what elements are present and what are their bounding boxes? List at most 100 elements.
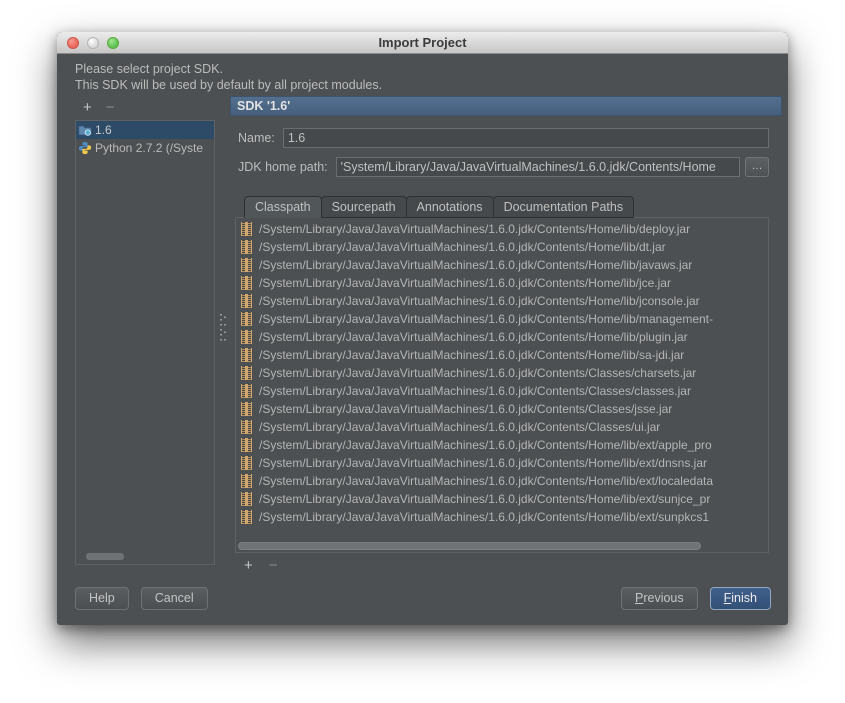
classpath-entry-label: /System/Library/Java/JavaVirtualMachines… (259, 438, 712, 452)
tab-annotations[interactable]: Annotations (406, 196, 494, 218)
window-title: Import Project (378, 35, 466, 50)
prompt-line-2: This SDK will be used by default by all … (75, 77, 788, 93)
scrollbar-thumb[interactable] (238, 542, 701, 550)
classpath-entry-label: /System/Library/Java/JavaVirtualMachines… (259, 330, 688, 344)
traffic-lights (67, 37, 119, 49)
jar-icon (241, 312, 252, 326)
add-sdk-button[interactable]: + (83, 101, 92, 115)
footer: Help Cancel Previous Finish (57, 579, 788, 625)
classpath-panel: /System/Library/Java/JavaVirtualMachines… (235, 217, 769, 553)
sdk-detail-title: SDK '1.6' (230, 96, 782, 116)
sdk-list-item-python[interactable]: Python 2.7.2 (/Syste (76, 139, 214, 157)
jar-icon (241, 294, 252, 308)
sdk-detail-panel: SDK '1.6' Name: JDK home path: … Classpa… (230, 96, 782, 579)
previous-button[interactable]: Previous (621, 587, 698, 610)
classpath-entry[interactable]: /System/Library/Java/JavaVirtualMachines… (236, 346, 768, 364)
close-button[interactable] (67, 37, 79, 49)
classpath-entry[interactable]: /System/Library/Java/JavaVirtualMachines… (236, 292, 768, 310)
tab-classpath[interactable]: Classpath (244, 196, 322, 218)
previous-label: Previous (635, 591, 684, 605)
classpath-entry-label: /System/Library/Java/JavaVirtualMachines… (259, 222, 690, 236)
browse-button[interactable]: … (745, 157, 769, 177)
remove-sdk-button[interactable]: − (106, 101, 115, 115)
cancel-label: Cancel (155, 591, 194, 605)
classpath-entry[interactable]: /System/Library/Java/JavaVirtualMachines… (236, 382, 768, 400)
name-input[interactable] (283, 128, 769, 148)
sdk-tabs: Classpath Sourcepath Annotations Documen… (244, 196, 782, 218)
jar-icon (241, 510, 252, 524)
classpath-entry-label: /System/Library/Java/JavaVirtualMachines… (259, 402, 672, 416)
sdk-list-panel: + − 1.6 (75, 96, 215, 579)
add-classpath-button[interactable]: + (244, 559, 253, 573)
classpath-entry[interactable]: /System/Library/Java/JavaVirtualMachines… (236, 256, 768, 274)
classpath-entry-label: /System/Library/Java/JavaVirtualMachines… (259, 312, 713, 326)
cancel-button[interactable]: Cancel (141, 587, 208, 610)
jdk-home-label: JDK home path: (238, 160, 328, 174)
classpath-entry[interactable]: /System/Library/Java/JavaVirtualMachines… (236, 472, 768, 490)
name-label: Name: (238, 131, 275, 145)
classpath-entry[interactable]: /System/Library/Java/JavaVirtualMachines… (236, 238, 768, 256)
jar-icon (241, 258, 252, 272)
python-icon (78, 141, 92, 155)
jar-icon (241, 384, 252, 398)
main-area: + − 1.6 (57, 96, 788, 579)
jar-icon (241, 240, 252, 254)
classpath-entry[interactable]: /System/Library/Java/JavaVirtualMachines… (236, 220, 768, 238)
classpath-entry[interactable]: /System/Library/Java/JavaVirtualMachines… (236, 400, 768, 418)
finish-button[interactable]: Finish (710, 587, 771, 610)
tab-documentation-paths[interactable]: Documentation Paths (493, 196, 635, 218)
jar-icon (241, 276, 252, 290)
classpath-toolbar: + − (230, 553, 782, 579)
classpath-entry-label: /System/Library/Java/JavaVirtualMachines… (259, 492, 710, 506)
jar-icon (241, 420, 252, 434)
sdk-list-item-1.6[interactable]: 1.6 (76, 121, 214, 139)
jar-icon (241, 438, 252, 452)
sdk-item-label: 1.6 (95, 123, 112, 137)
jar-icon (241, 474, 252, 488)
jdk-folder-icon (78, 123, 92, 137)
classpath-entry[interactable]: /System/Library/Java/JavaVirtualMachines… (236, 454, 768, 472)
help-button[interactable]: Help (75, 587, 129, 610)
classpath-entry[interactable]: /System/Library/Java/JavaVirtualMachines… (236, 418, 768, 436)
classpath-entry-label: /System/Library/Java/JavaVirtualMachines… (259, 258, 692, 272)
zoom-button[interactable] (107, 37, 119, 49)
jar-icon (241, 330, 252, 344)
classpath-entry-label: /System/Library/Java/JavaVirtualMachines… (259, 456, 707, 470)
classpath-entry[interactable]: /System/Library/Java/JavaVirtualMachines… (236, 436, 768, 454)
classpath-entry-label: /System/Library/Java/JavaVirtualMachines… (259, 366, 696, 380)
remove-classpath-button[interactable]: − (269, 559, 278, 573)
classpath-entry[interactable]: /System/Library/Java/JavaVirtualMachines… (236, 310, 768, 328)
jdk-home-row: JDK home path: … (238, 157, 769, 177)
jdk-home-input[interactable] (336, 157, 740, 177)
import-project-dialog: Import Project Please select project SDK… (57, 32, 788, 625)
classpath-entry-label: /System/Library/Java/JavaVirtualMachines… (259, 348, 684, 362)
wizard-prompt: Please select project SDK. This SDK will… (57, 54, 788, 96)
classpath-entry-label: /System/Library/Java/JavaVirtualMachines… (259, 420, 660, 434)
sdk-item-label: Python 2.7.2 (/Syste (95, 141, 203, 155)
sdk-form: Name: JDK home path: … (238, 128, 769, 186)
jar-icon (241, 456, 252, 470)
jar-icon (241, 348, 252, 362)
classpath-list: /System/Library/Java/JavaVirtualMachines… (236, 218, 768, 540)
classpath-entry[interactable]: /System/Library/Java/JavaVirtualMachines… (236, 328, 768, 346)
minimize-button[interactable] (87, 37, 99, 49)
tab-sourcepath[interactable]: Sourcepath (321, 196, 407, 218)
finish-label: Finish (724, 591, 757, 605)
titlebar[interactable]: Import Project (57, 32, 788, 54)
classpath-entry[interactable]: /System/Library/Java/JavaVirtualMachines… (236, 274, 768, 292)
sdk-list-toolbar: + − (75, 96, 215, 120)
sdk-list: 1.6 Python 2.7.2 (/Syste (75, 120, 215, 565)
sdk-list-horizontal-scrollbar[interactable] (86, 553, 124, 560)
classpath-entry-label: /System/Library/Java/JavaVirtualMachines… (259, 240, 666, 254)
classpath-horizontal-scrollbar[interactable] (236, 540, 768, 552)
classpath-entry[interactable]: /System/Library/Java/JavaVirtualMachines… (236, 508, 768, 526)
classpath-entry[interactable]: /System/Library/Java/JavaVirtualMachines… (236, 364, 768, 382)
splitter-grip-icon (220, 314, 226, 342)
jar-icon (241, 366, 252, 380)
classpath-entry-label: /System/Library/Java/JavaVirtualMachines… (259, 384, 691, 398)
classpath-entry[interactable]: /System/Library/Java/JavaVirtualMachines… (236, 490, 768, 508)
help-label: Help (89, 591, 115, 605)
jar-icon (241, 402, 252, 416)
jar-icon (241, 492, 252, 506)
panel-splitter[interactable] (215, 96, 230, 579)
